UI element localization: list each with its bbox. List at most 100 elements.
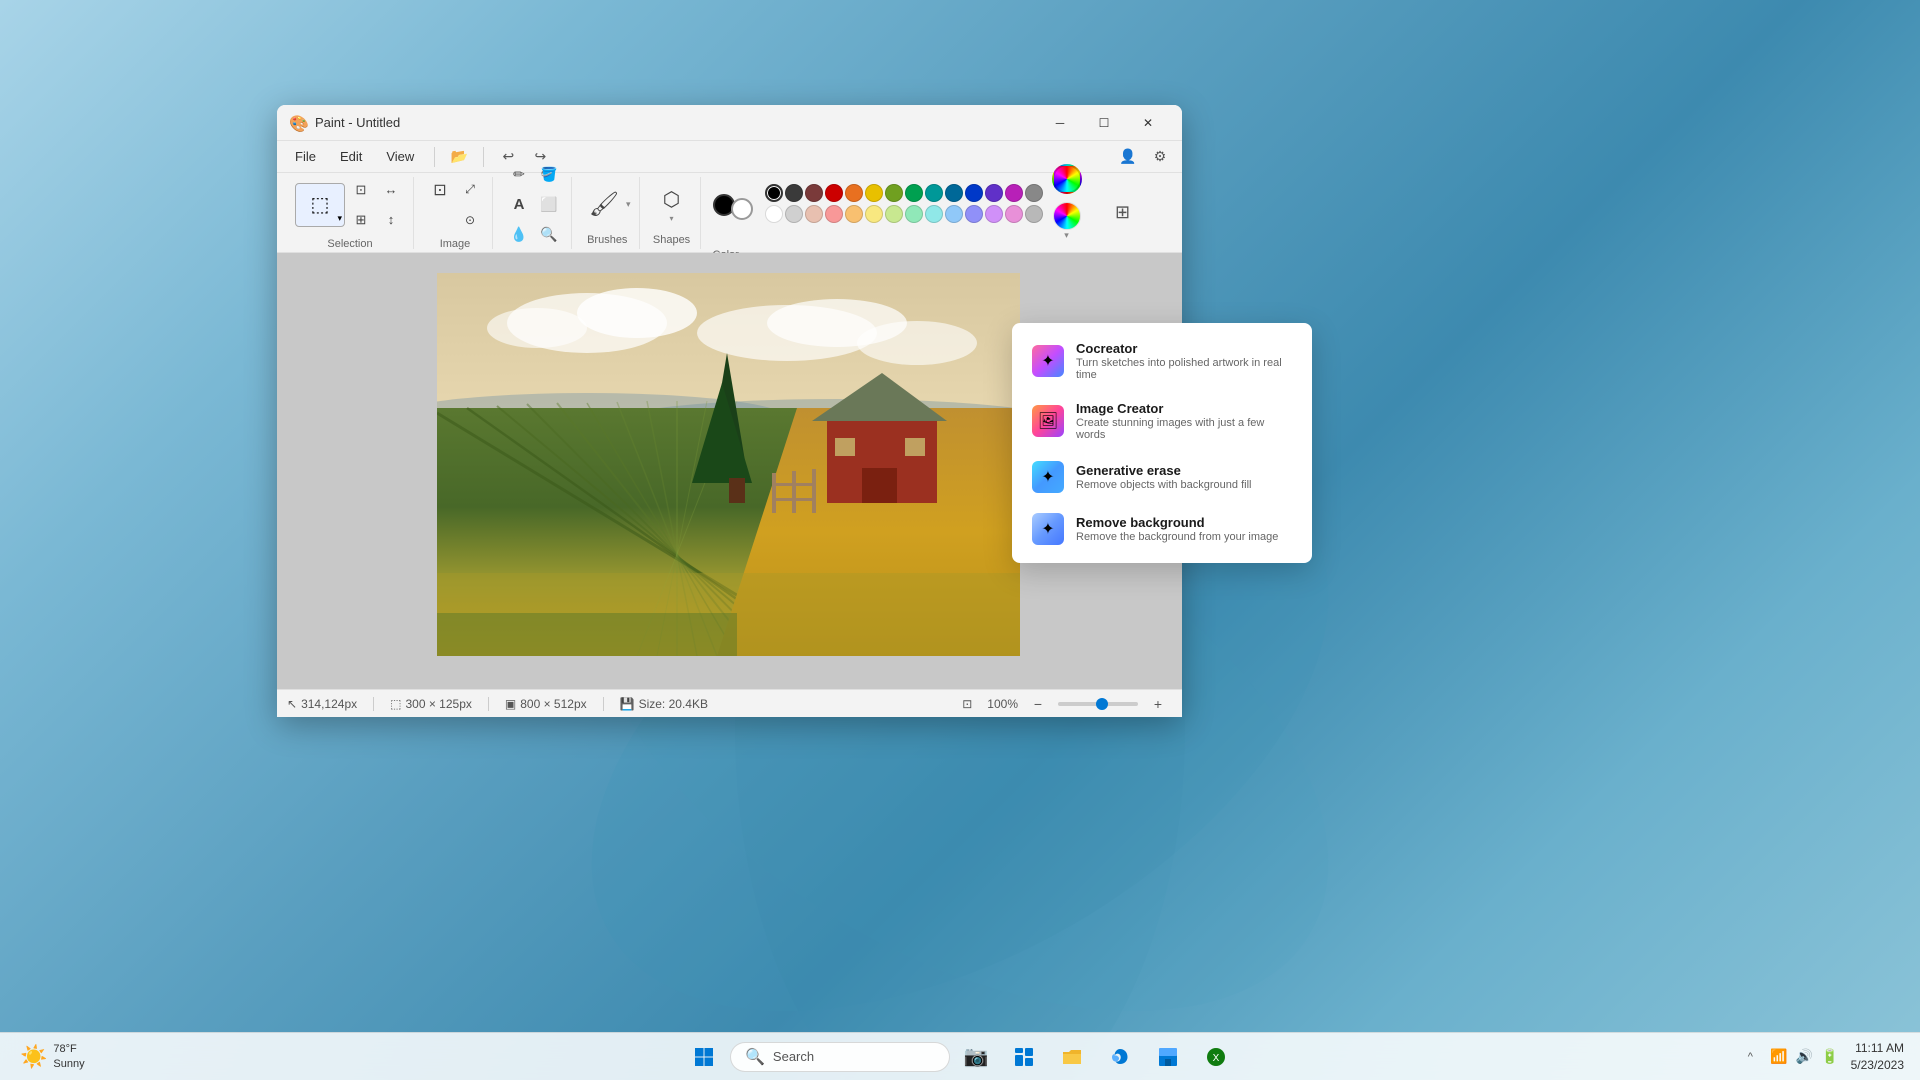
maximize-button[interactable]: ☐ (1082, 107, 1126, 139)
invert-button[interactable]: ⊙ (456, 206, 484, 234)
color-swatch-row2-7[interactable] (905, 205, 923, 223)
magnifier-button[interactable]: 🔍 (535, 221, 563, 249)
color-swatch-row1-10[interactable] (965, 184, 983, 202)
shapes-main-button[interactable]: ⬡ ▾ (652, 180, 692, 230)
color-swatch-row1-12[interactable] (1005, 184, 1023, 202)
cocreator-item[interactable]: ✦ Cocreator Turn sketches into polished … (1020, 331, 1304, 391)
start-button[interactable] (682, 1035, 726, 1079)
secondary-color[interactable] (731, 198, 753, 220)
color-swatch-row1-2[interactable] (805, 184, 823, 202)
rotate-button[interactable]: ↕ (377, 206, 405, 234)
select-all-button[interactable]: ⊞ (347, 206, 375, 234)
widgets-icon (1014, 1047, 1034, 1067)
menu-view[interactable]: View (376, 145, 424, 168)
app9-taskbar-button[interactable]: X (1194, 1035, 1238, 1079)
color-swatch-row1-5[interactable] (865, 184, 883, 202)
remove-background-item[interactable]: ✦ Remove background Remove the backgroun… (1020, 503, 1304, 555)
folder-icon (1061, 1048, 1083, 1066)
color-swatch-row2-0[interactable] (765, 205, 783, 223)
zoom-slider[interactable] (1058, 702, 1138, 706)
color-swatch-row1-7[interactable] (905, 184, 923, 202)
menu-edit[interactable]: Edit (330, 145, 372, 168)
selection-main-button[interactable]: ⬚ ▾ (295, 183, 345, 227)
color-swatch-row1-1[interactable] (785, 184, 803, 202)
color-swatch-row2-5[interactable] (865, 205, 883, 223)
color-swatch-row2-1[interactable] (785, 205, 803, 223)
color-swatch-row2-8[interactable] (925, 205, 943, 223)
color-swatch-row1-0[interactable] (765, 184, 783, 202)
edge-taskbar-button[interactable] (1098, 1035, 1142, 1079)
zoom-in-button[interactable]: + (1144, 690, 1172, 718)
cocreator-title: Cocreator (1076, 341, 1292, 356)
clock-date: 5/23/2023 (1851, 1057, 1904, 1074)
resize-button[interactable]: ⊡ (426, 176, 454, 204)
generative-erase-item[interactable]: ✦ Generative erase Remove objects with b… (1020, 451, 1304, 503)
windows-icon (694, 1047, 714, 1067)
brush-main-button[interactable]: 🖌 (584, 180, 624, 230)
fit-screen-button[interactable]: ⊡ (953, 690, 981, 718)
ai-features-dropdown: ✦ Cocreator Turn sketches into polished … (1012, 323, 1312, 563)
tray-chevron-button[interactable]: ^ (1736, 1043, 1764, 1071)
fill-button[interactable]: 🪣 (535, 161, 563, 189)
color-swatch-row1-3[interactable] (825, 184, 843, 202)
weather-widget[interactable]: ☀️ 78°F Sunny (10, 1038, 95, 1075)
store-taskbar-button[interactable] (1146, 1035, 1190, 1079)
color-swatch-row1-8[interactable] (925, 184, 943, 202)
color-wheel-button[interactable] (1052, 164, 1082, 194)
weather-condition: Sunny (53, 1057, 84, 1071)
canvas-image (437, 273, 1020, 656)
image-creator-text: Image Creator Create stunning images wit… (1076, 401, 1292, 441)
color-swatch-row2-9[interactable] (945, 205, 963, 223)
skew-button[interactable]: ⤢ (456, 176, 484, 204)
tools-grid: ✏ 🪣 A ⬜ 💧 🔍 (505, 161, 563, 249)
color-swatch-row2-4[interactable] (845, 205, 863, 223)
crop-button[interactable]: ⊡ (347, 176, 375, 204)
color-swatch-row2-3[interactable] (825, 205, 843, 223)
account-button[interactable]: 👤 (1114, 143, 1142, 171)
network-icon[interactable]: 📶 (1770, 1048, 1787, 1065)
layers-button[interactable]: ⊞ (1105, 195, 1141, 231)
color-swatch-row2-12[interactable] (1005, 205, 1023, 223)
paint-window: 🎨 Paint - Untitled ─ ☐ ✕ File Edit View … (277, 105, 1182, 717)
menu-separator (434, 147, 435, 167)
photos-taskbar-button[interactable]: 📷 (954, 1035, 998, 1079)
explorer-taskbar-button[interactable] (1050, 1035, 1094, 1079)
minimize-button[interactable]: ─ (1038, 107, 1082, 139)
image-creator-item[interactable]: 🖼 Image Creator Create stunning images w… (1020, 391, 1304, 451)
color-swatch-row2-10[interactable] (965, 205, 983, 223)
color-swatch-row1-11[interactable] (985, 184, 1003, 202)
color-swatch-row2-2[interactable] (805, 205, 823, 223)
taskbar-right: ^ 📶 🔊 🔋 11:11 AM 5/23/2023 (1736, 1036, 1910, 1078)
search-bar[interactable]: 🔍 Search (730, 1042, 950, 1072)
color-swatch-row1-9[interactable] (945, 184, 963, 202)
pencil-button[interactable]: ✏ (505, 161, 533, 189)
open-file-button[interactable]: 📂 (445, 143, 473, 171)
volume-icon[interactable]: 🔊 (1796, 1048, 1813, 1065)
color-swatch-row2-13[interactable] (1025, 205, 1043, 223)
text-button[interactable]: A (505, 191, 533, 219)
cursor-coords: 314,124px (301, 697, 357, 711)
color-picker-button[interactable]: 💧 (505, 221, 533, 249)
menu-file[interactable]: File (285, 145, 326, 168)
title-bar: 🎨 Paint - Untitled ─ ☐ ✕ (277, 105, 1182, 141)
image-label: Image (440, 238, 471, 250)
zoom-level: 100% (987, 697, 1018, 711)
color-swatch-row1-6[interactable] (885, 184, 903, 202)
color-swatch-row2-11[interactable] (985, 205, 1003, 223)
color-swatch-row1-4[interactable] (845, 184, 863, 202)
zoom-thumb (1096, 698, 1108, 710)
generative-erase-text: Generative erase Remove objects with bac… (1076, 463, 1251, 491)
clock[interactable]: 11:11 AM 5/23/2023 (1845, 1036, 1910, 1078)
cocreator-icon: ✦ (1032, 345, 1064, 377)
flip-button[interactable]: ↔ (377, 176, 405, 204)
ai-dropdown-button[interactable]: ▾ (1049, 198, 1085, 245)
close-button[interactable]: ✕ (1126, 107, 1170, 139)
settings-button[interactable]: ⚙ (1146, 143, 1174, 171)
eraser-button[interactable]: ⬜ (535, 191, 563, 219)
zoom-out-button[interactable]: − (1024, 690, 1052, 718)
battery-icon[interactable]: 🔋 (1821, 1048, 1838, 1065)
color-swatch-row2-6[interactable] (885, 205, 903, 223)
color-swatch-row1-13[interactable] (1025, 184, 1043, 202)
generative-erase-desc: Remove objects with background fill (1076, 479, 1251, 491)
widgets-taskbar-button[interactable] (1002, 1035, 1046, 1079)
